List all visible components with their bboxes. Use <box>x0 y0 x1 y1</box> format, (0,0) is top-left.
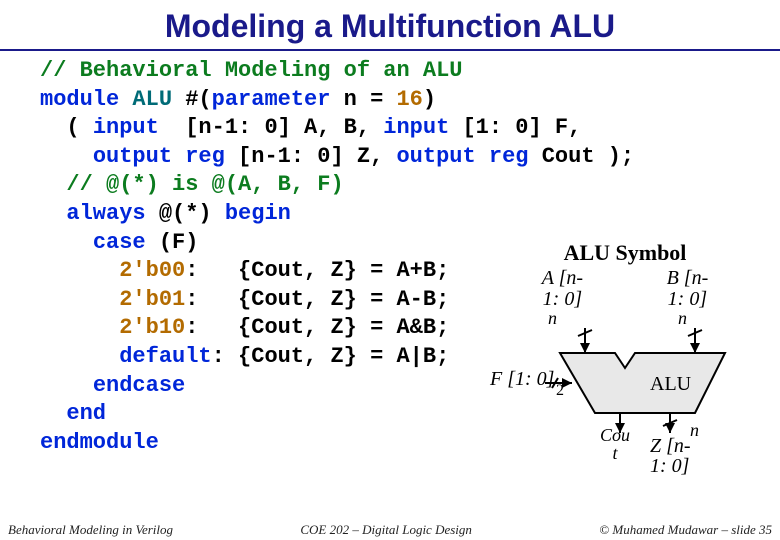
slide-title: Modeling a Multifunction ALU <box>0 0 780 51</box>
slide-footer: Behavioral Modeling in Verilog COE 202 –… <box>0 522 780 538</box>
alu-shape-wrap: F [1: 0] 2 ALU Cou t n Z [n- 1: 0] <box>500 328 750 458</box>
code-comment: // Behavioral Modeling of an ALU <box>40 58 462 83</box>
kw-begin: begin <box>225 201 291 226</box>
label-n-out: n <box>690 420 699 441</box>
label-n-left: n <box>548 308 557 329</box>
kw-endcase: endcase <box>93 373 185 398</box>
label-z: Z [n- 1: 0] <box>650 436 691 476</box>
diagram-top-labels: A [n- 1: 0] B [n- 1: 0] <box>500 268 750 310</box>
code-comment2: // @(*) is @(A, B, F) <box>40 172 344 197</box>
alu-symbol-diagram: ALU Symbol A [n- 1: 0] B [n- 1: 0] n n <box>490 240 760 458</box>
kw-endmodule: endmodule <box>40 430 159 455</box>
diagram-title: ALU Symbol <box>490 240 760 266</box>
footer-center: COE 202 – Digital Logic Design <box>300 522 472 538</box>
kw-parameter: parameter <box>212 87 331 112</box>
kw-always: always <box>66 201 145 226</box>
kw-end: end <box>66 401 106 426</box>
label-b: B [n- 1: 0] <box>667 268 709 310</box>
label-a: A [n- 1: 0] <box>542 268 583 310</box>
footer-right: © Muhamed Mudawar – slide 35 <box>599 522 772 538</box>
label-cout: Cou t <box>600 426 630 462</box>
kw-output: output reg <box>93 144 225 169</box>
label-f: F [1: 0] <box>490 368 554 391</box>
kw-case: case <box>93 230 146 255</box>
kw-input: input <box>93 115 159 140</box>
kw-module: module <box>40 87 119 112</box>
label-alu: ALU <box>650 373 691 396</box>
slide: Modeling a Multifunction ALU // Behavior… <box>0 0 780 540</box>
kw-default: default <box>119 344 211 369</box>
footer-left: Behavioral Modeling in Verilog <box>8 522 173 538</box>
label-two: 2 <box>556 382 564 400</box>
label-n-right: n <box>678 308 687 329</box>
id-alu: ALU <box>132 87 172 112</box>
